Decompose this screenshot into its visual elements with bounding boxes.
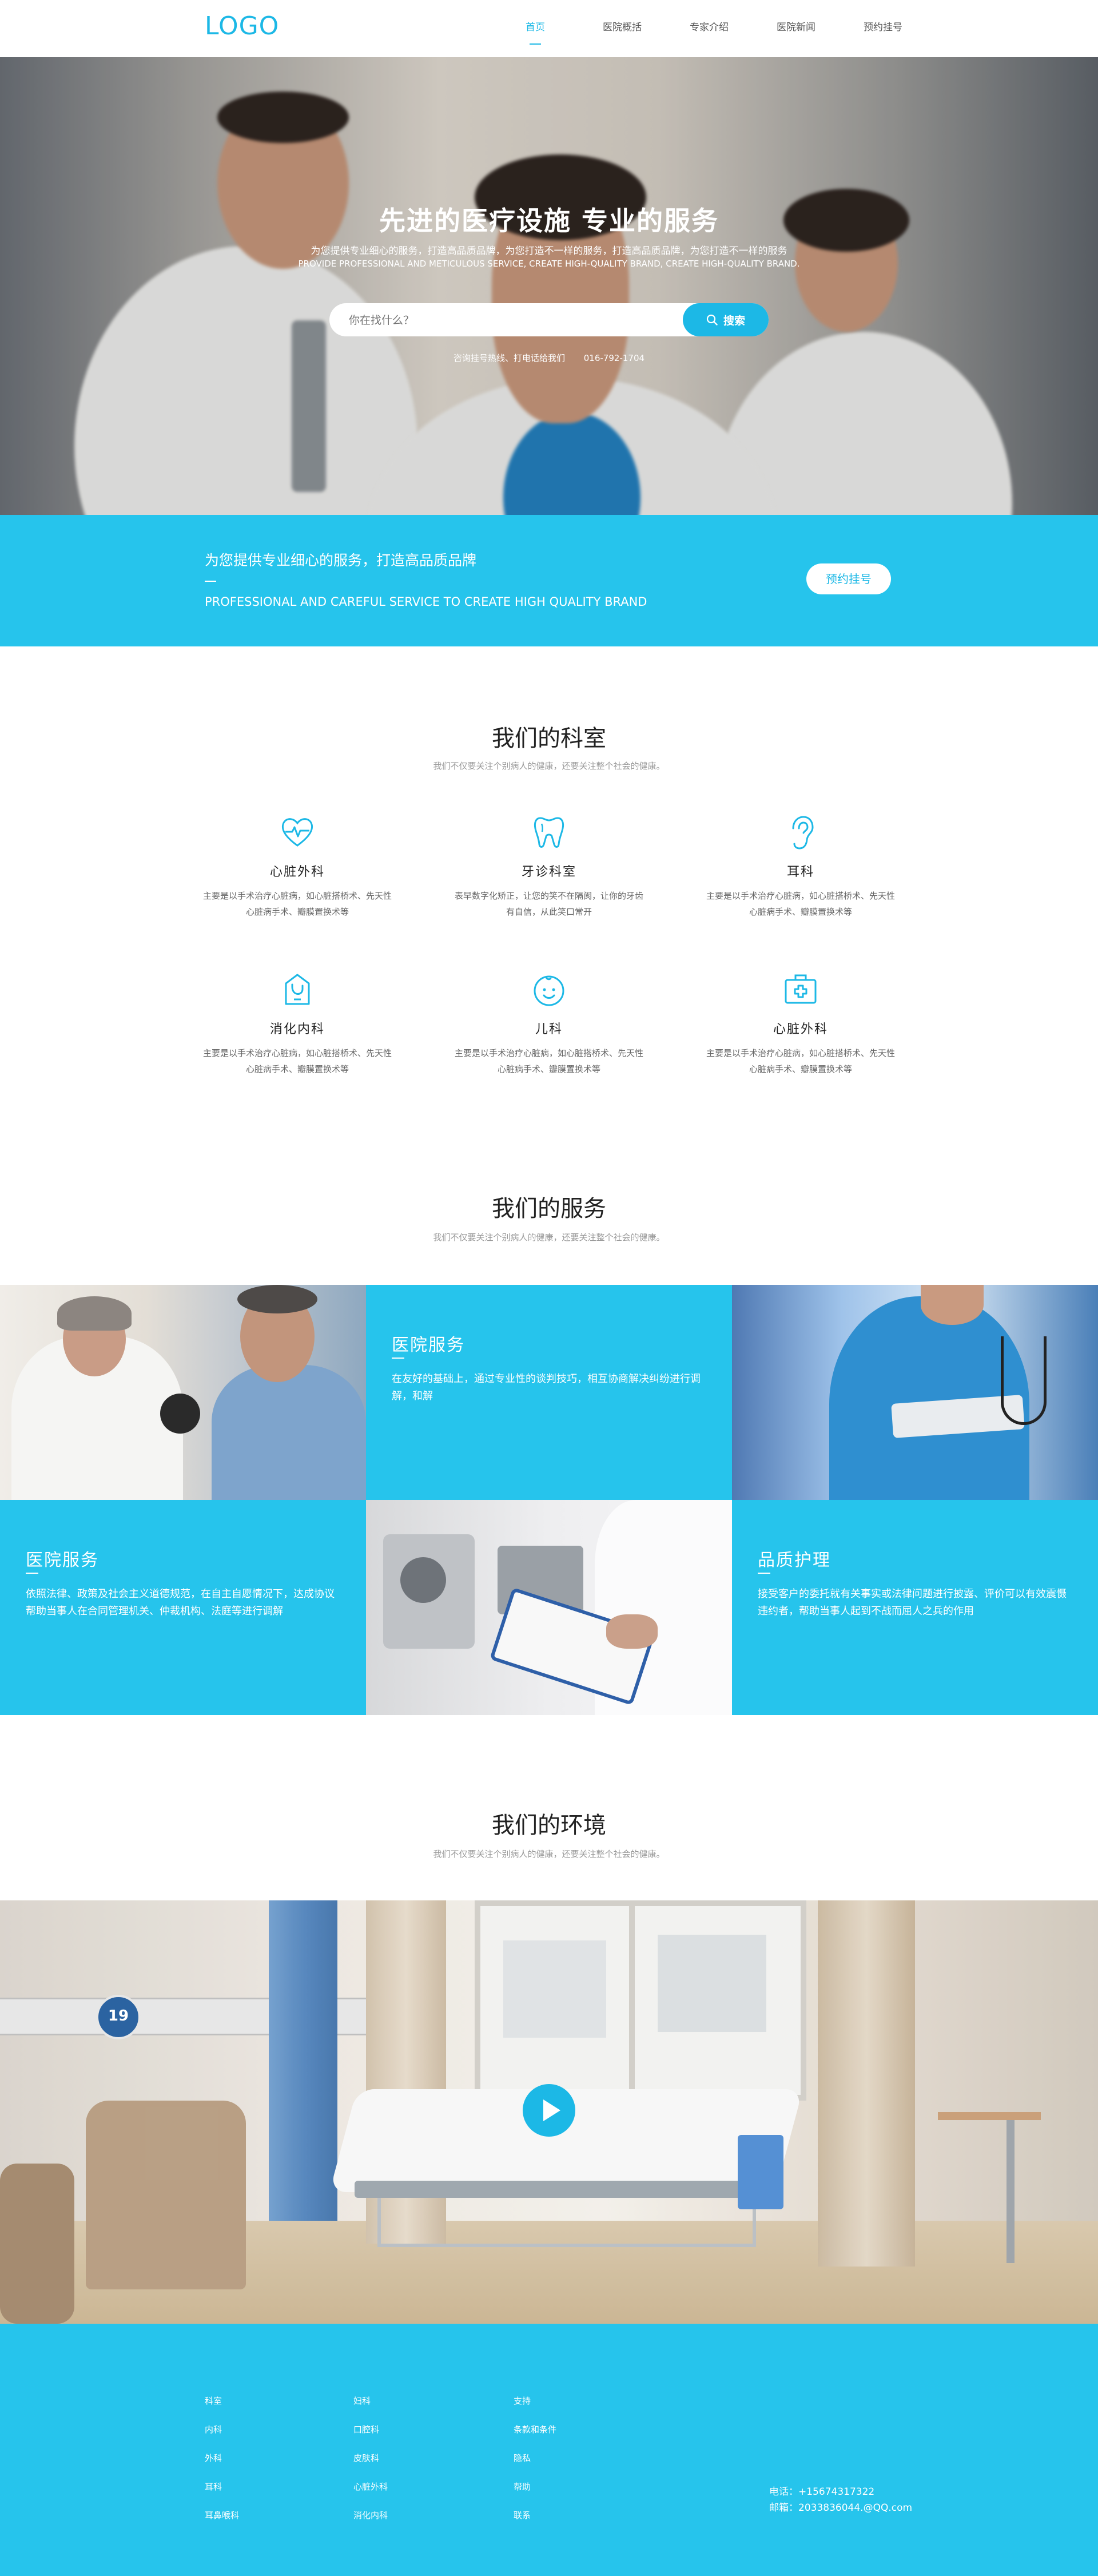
- dept-card[interactable]: 耳科 主要是以手术治疗心脏病，如心脏搭桥术、先天性心脏病手术、瓣膜置换术等: [698, 812, 904, 920]
- dept-card[interactable]: 消化内科 主要是以手术治疗心脏病，如心脏搭桥术、先天性心脏病手术、瓣膜置换术等: [194, 970, 400, 1077]
- play-button[interactable]: [523, 2084, 575, 2137]
- service-title: 品质护理: [758, 1550, 831, 1570]
- service-card[interactable]: 医院服务 在友好的基础上，通过专业性的谈判技巧，相互协商解决纠纷进行调解，和解: [366, 1285, 732, 1500]
- service-card[interactable]: 品质护理 接受客户的委托就有关事实或法律问题进行披露、评价可以有效震慑违约者，帮…: [732, 1500, 1098, 1715]
- dept-name: 牙诊科室: [521, 865, 576, 879]
- services-subtitle: 我们不仅要关注个别病人的健康，还要关注整个社会的健康。: [433, 1232, 665, 1243]
- footer-link[interactable]: 帮助: [514, 2481, 556, 2510]
- play-icon: [543, 2099, 560, 2121]
- environment-subtitle: 我们不仅要关注个别病人的健康，还要关注整个社会的健康。: [433, 1849, 665, 1859]
- environment-title: 我们的环境: [492, 1812, 606, 1839]
- dept-desc: 主要是以手术治疗心脏病，如心脏搭桥术、先天性心脏病手术、瓣膜置换术等: [706, 891, 895, 917]
- departments-subtitle: 我们不仅要关注个别病人的健康，还要关注整个社会的健康。: [433, 761, 665, 771]
- departments-title: 我们的科室: [492, 725, 606, 752]
- dept-desc: 主要是以手术治疗心脏病，如心脏搭桥术、先天性心脏病手术、瓣膜置换术等: [454, 1048, 643, 1074]
- ear-icon: [792, 816, 814, 850]
- banner-subtitle: PROFESSIONAL AND CAREFUL SERVICE TO CREA…: [205, 595, 647, 609]
- medical-kit-icon: [785, 974, 817, 1004]
- dept-desc: 主要是以手术治疗心脏病，如心脏搭桥术、先天性心脏病手术、瓣膜置换术等: [202, 1048, 392, 1074]
- banner-divider: [205, 581, 216, 582]
- search-bar: 搜索: [329, 303, 769, 338]
- appointment-button[interactable]: 预约挂号: [806, 563, 891, 594]
- main-nav: 首页 医院概括 专家介绍 医院新闻 预约挂号: [492, 0, 926, 57]
- footer-column: 支持 条款和条件 隐私 帮助 联系: [514, 2395, 556, 2538]
- footer-link[interactable]: 皮肤科: [353, 2452, 388, 2481]
- search-input[interactable]: [348, 303, 647, 338]
- dept-name: 心脏外科: [773, 1022, 828, 1037]
- hotline-number[interactable]: 016-792-1704: [584, 353, 645, 363]
- logo[interactable]: LOGO: [205, 11, 279, 41]
- baby-icon: [534, 975, 564, 1006]
- nav-item-overview[interactable]: 医院概括: [579, 0, 666, 57]
- hotline-label: 咨询挂号热线、打电话给我们: [453, 353, 565, 363]
- hero-subtitle-cn: 为您提供专业细心的服务，打造高品质品牌，为您打造不一样的服务，打造高品质品牌，为…: [311, 245, 787, 257]
- footer-link[interactable]: 内科: [205, 2424, 239, 2452]
- hotline: 咨询挂号热线、打电话给我们 016-792-1704: [0, 352, 1098, 364]
- footer-link[interactable]: 耳科: [205, 2481, 239, 2510]
- footer-link[interactable]: 外科: [205, 2452, 239, 2481]
- hero-title: 先进的医疗设施 专业的服务: [379, 205, 719, 236]
- dept-card[interactable]: 儿科 主要是以手术治疗心脏病，如心脏搭桥术、先天性心脏病手术、瓣膜置换术等: [446, 970, 652, 1077]
- nav-item-home[interactable]: 首页: [492, 0, 579, 57]
- dept-card[interactable]: 心脏外科 主要是以手术治疗心脏病，如心脏搭桥术、先天性心脏病手术、瓣膜置换术等: [698, 970, 904, 1077]
- service-divider: [392, 1358, 404, 1359]
- service-desc: 接受客户的委托就有关事实或法律问题进行披露、评价可以有效震慑违约者，帮助当事人起…: [758, 1588, 1067, 1617]
- footer-link[interactable]: 妇科: [353, 2395, 388, 2424]
- service-divider: [758, 1573, 770, 1574]
- service-desc: 依照法律、政策及社会主义道德规范，在自主自愿情况下，达成协议帮助当事人在合同管理…: [26, 1588, 335, 1617]
- footer-link[interactable]: 联系: [514, 2510, 556, 2538]
- nav-item-appointment[interactable]: 预约挂号: [840, 0, 926, 57]
- footer-contact: 电话：+15674317322 邮箱：2033836044.@QQ.com: [769, 2484, 912, 2516]
- nav-item-experts[interactable]: 专家介绍: [666, 0, 753, 57]
- dept-desc: 主要是以手术治疗心脏病，如心脏搭桥术、先天性心脏病手术、瓣膜置换术等: [202, 891, 392, 917]
- search-button[interactable]: 搜索: [683, 303, 769, 336]
- dept-name: 消化内科: [269, 1022, 325, 1037]
- dept-card[interactable]: 心脏外科 主要是以手术治疗心脏病，如心脏搭桥术、先天性心脏病手术、瓣膜置换术等: [194, 812, 400, 920]
- dept-desc: 表早数字化矫正，让您的笑不在隔阂，让你的牙齿有自信，从此笑口常开: [454, 891, 643, 917]
- service-title: 医院服务: [392, 1335, 465, 1355]
- hero-section: 先进的医疗设施 专业的服务 为您提供专业细心的服务，打造高品质品牌，为您打造不一…: [0, 57, 1098, 515]
- footer-link[interactable]: 科室: [205, 2395, 239, 2424]
- hero-background-photo: [0, 57, 1098, 515]
- search-icon: [706, 314, 718, 326]
- footer: 科室 内科 外科 耳科 耳鼻喉科 妇科 口腔科 皮肤科 心脏外科 消化内科 支持…: [0, 2324, 1098, 2576]
- footer-email[interactable]: 邮箱：2033836044.@QQ.com: [769, 2500, 912, 2516]
- heart-pulse-icon: [281, 818, 313, 847]
- footer-link[interactable]: 心脏外科: [353, 2481, 388, 2510]
- dept-card[interactable]: 牙诊科室 表早数字化矫正，让您的笑不在隔阂，让你的牙齿有自信，从此笑口常开: [446, 812, 652, 920]
- service-photo-clipboard: [366, 1500, 732, 1715]
- service-card[interactable]: 医院服务 依照法律、政策及社会主义道德规范，在自主自愿情况下，达成协议帮助当事人…: [0, 1500, 366, 1715]
- search-button-label: 搜索: [723, 314, 745, 327]
- dept-desc: 主要是以手术治疗心脏病，如心脏搭桥术、先天性心脏病手术、瓣膜置换术等: [706, 1048, 895, 1074]
- hero-subtitle-en: PROVIDE PROFESSIONAL AND METICULOUS SERV…: [298, 259, 800, 269]
- footer-link[interactable]: 条款和条件: [514, 2424, 556, 2452]
- nav-item-news[interactable]: 医院新闻: [753, 0, 840, 57]
- dept-name: 心脏外科: [269, 865, 325, 879]
- service-divider: [26, 1573, 38, 1574]
- footer-column: 妇科 口腔科 皮肤科 心脏外科 消化内科: [353, 2395, 388, 2538]
- stomach-icon: [285, 974, 310, 1005]
- dept-name: 儿科: [535, 1022, 563, 1037]
- service-photo-doctor-patient: [0, 1285, 366, 1500]
- footer-phone[interactable]: 电话：+15674317322: [769, 2484, 912, 2500]
- service-photo-nurse: [732, 1285, 1098, 1500]
- banner-title: 为您提供专业细心的服务，打造高品质品牌: [205, 552, 477, 569]
- header: LOGO 首页 医院概括 专家介绍 医院新闻 预约挂号: [0, 0, 1098, 57]
- footer-link[interactable]: 口腔科: [353, 2424, 388, 2452]
- services-title: 我们的服务: [492, 1196, 606, 1222]
- service-desc: 在友好的基础上，通过专业性的谈判技巧，相互协商解决纠纷进行调解，和解: [392, 1373, 701, 1402]
- tooth-icon: [534, 817, 564, 848]
- service-title: 医院服务: [26, 1550, 99, 1570]
- footer-link[interactable]: 隐私: [514, 2452, 556, 2481]
- footer-link[interactable]: 消化内科: [353, 2510, 388, 2538]
- footer-column: 科室 内科 外科 耳科 耳鼻喉科: [205, 2395, 239, 2538]
- dept-name: 耳科: [786, 865, 814, 879]
- footer-link[interactable]: 耳鼻喉科: [205, 2510, 239, 2538]
- brand-banner: 为您提供专业细心的服务，打造高品质品牌 PROFESSIONAL AND CAR…: [0, 515, 1098, 646]
- footer-link[interactable]: 支持: [514, 2395, 556, 2424]
